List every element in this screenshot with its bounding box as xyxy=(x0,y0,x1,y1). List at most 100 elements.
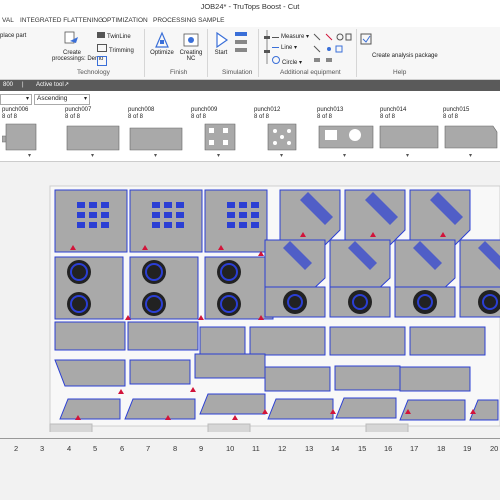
cutout xyxy=(152,222,160,228)
ruler-tick-label: 14 xyxy=(331,444,340,453)
nested-part[interactable] xyxy=(59,398,121,420)
cutout xyxy=(251,222,259,228)
part-thumbnail xyxy=(129,127,183,151)
cutout xyxy=(164,212,172,218)
start-button[interactable]: Start xyxy=(210,31,232,56)
ruler-tick-label: 19 xyxy=(463,444,472,453)
circle-button[interactable]: Circle ▾ xyxy=(272,56,302,66)
cutout xyxy=(227,202,235,208)
cutout xyxy=(176,202,184,208)
part-thumbnail xyxy=(66,125,120,151)
nested-part[interactable] xyxy=(204,189,268,253)
nested-part[interactable] xyxy=(199,326,246,356)
optimize-icon xyxy=(155,31,169,48)
nested-part[interactable] xyxy=(399,366,471,392)
simulation-group-label: Simulation xyxy=(222,69,253,76)
ruler-tick-label: 20 xyxy=(490,444,499,453)
clamp xyxy=(365,423,409,432)
nested-part[interactable] xyxy=(129,359,191,385)
sheet-layout[interactable] xyxy=(0,162,500,432)
punch-card[interactable]: punch007 8 of 8 ▾ xyxy=(63,106,125,161)
tab-val[interactable]: VAL xyxy=(2,14,14,27)
tab-processing-sample[interactable]: PROCESSING SAMPLE xyxy=(153,14,225,27)
nested-part[interactable] xyxy=(334,365,401,391)
cutout xyxy=(77,212,85,218)
punch-card[interactable]: punch014 8 of 8 ▾ xyxy=(378,106,440,161)
ruler-tick-label: 4 xyxy=(67,444,72,453)
punch-card[interactable]: punch009 8 of 8 ▾ xyxy=(189,106,251,161)
punch-card[interactable]: punch006 8 of 8 ▾ xyxy=(0,106,62,161)
create-processings-button[interactable]: Create processings: Demo xyxy=(52,31,103,62)
help-group-label: Help xyxy=(393,69,407,76)
sort-field-select[interactable]: ▾ xyxy=(0,94,32,105)
statusbar-divider: | xyxy=(22,82,24,88)
punch-card[interactable]: punch015 8 of 8 ▾ xyxy=(441,106,500,161)
ruler-tick-label: 12 xyxy=(278,444,287,453)
part-thumbnail xyxy=(444,125,498,149)
nested-part[interactable] xyxy=(399,399,466,421)
ribbon-tabs: VAL INTEGRATED FLATTENING OPTIMIZATION P… xyxy=(0,14,500,28)
grid-options-button[interactable] xyxy=(97,56,107,68)
nested-part[interactable] xyxy=(194,353,266,379)
ruler-tick-label: 16 xyxy=(384,444,393,453)
punch-card[interactable]: punch013 8 of 8 ▾ xyxy=(315,106,377,161)
nested-part[interactable] xyxy=(129,189,203,253)
twinline-button[interactable]: TwinLine xyxy=(97,32,131,40)
measure-button[interactable]: Measure ▾ xyxy=(272,32,309,40)
clamp xyxy=(207,423,251,432)
nested-part[interactable] xyxy=(267,398,334,420)
equipment-tools[interactable] xyxy=(312,32,352,66)
nested-part[interactable] xyxy=(409,326,486,356)
statusbar-value: 800 xyxy=(3,82,14,88)
nested-part[interactable] xyxy=(54,189,128,253)
ribbon: place part Create processings: Demo Twin… xyxy=(0,27,500,80)
part-thumbnail xyxy=(267,123,297,151)
ruler-tick-label: 6 xyxy=(120,444,125,453)
cutout xyxy=(77,222,85,228)
nested-part[interactable] xyxy=(329,326,406,356)
creating-nc-button[interactable]: Creating NC xyxy=(177,31,205,62)
line-button[interactable]: Line ▾ xyxy=(272,44,297,51)
cutout xyxy=(227,222,235,228)
nested-part[interactable] xyxy=(199,393,266,415)
nested-part[interactable] xyxy=(335,397,397,419)
tab-optimization[interactable]: OPTIMIZATION xyxy=(102,14,148,27)
cutout xyxy=(239,202,247,208)
trimming-button[interactable]: Trimming xyxy=(97,44,134,54)
cutout xyxy=(164,222,172,228)
ruler-tick-label: 7 xyxy=(146,444,151,453)
create-analysis-package-button[interactable]: Create analysis package xyxy=(360,33,438,59)
nested-part[interactable] xyxy=(124,398,196,420)
tab-integrated-flattening[interactable]: INTEGRATED FLATTENING xyxy=(20,14,103,27)
creating-nc-icon xyxy=(183,33,199,47)
nested-part[interactable] xyxy=(249,326,326,356)
cutout xyxy=(176,212,184,218)
grid-icon xyxy=(97,56,107,66)
optimize-button[interactable]: Optimize xyxy=(148,31,176,56)
trimming-icon xyxy=(97,44,107,52)
additional-equipment-group-label: Additional equipment xyxy=(280,69,341,76)
ribbon-separator xyxy=(356,29,357,77)
cutout xyxy=(239,222,247,228)
ruler-tick-label: 15 xyxy=(358,444,367,453)
analysis-package-icon xyxy=(360,33,372,45)
part-thumbnail xyxy=(2,123,37,151)
nested-part[interactable] xyxy=(54,321,126,351)
sort-order-select[interactable]: Ascending ▾ xyxy=(34,94,90,105)
circle-icon xyxy=(272,56,280,64)
punch-card[interactable]: punch012 8 of 8 ▾ xyxy=(252,106,314,161)
punch-card[interactable]: punch008 8 of 8 ▾ xyxy=(126,106,188,161)
ribbon-separator xyxy=(258,29,259,77)
nested-part[interactable] xyxy=(54,359,126,387)
nesting-canvas[interactable]: 2 3 4 5 6 7 8 9 10 11 12 13 14 15 16 17 18 19 20 xyxy=(0,162,500,500)
active-tool-label[interactable]: Active tool xyxy=(36,80,64,91)
nested-part[interactable] xyxy=(127,321,199,351)
cutout xyxy=(101,222,109,228)
ruler-axis xyxy=(0,438,500,439)
ruler-tick-label: 17 xyxy=(410,444,419,453)
simulation-controls[interactable] xyxy=(234,31,248,57)
nested-part[interactable] xyxy=(264,366,331,392)
place-part-button[interactable]: place part xyxy=(0,33,26,39)
equipment-sliders[interactable] xyxy=(262,30,272,66)
ruler-tick-label: 3 xyxy=(40,444,45,453)
